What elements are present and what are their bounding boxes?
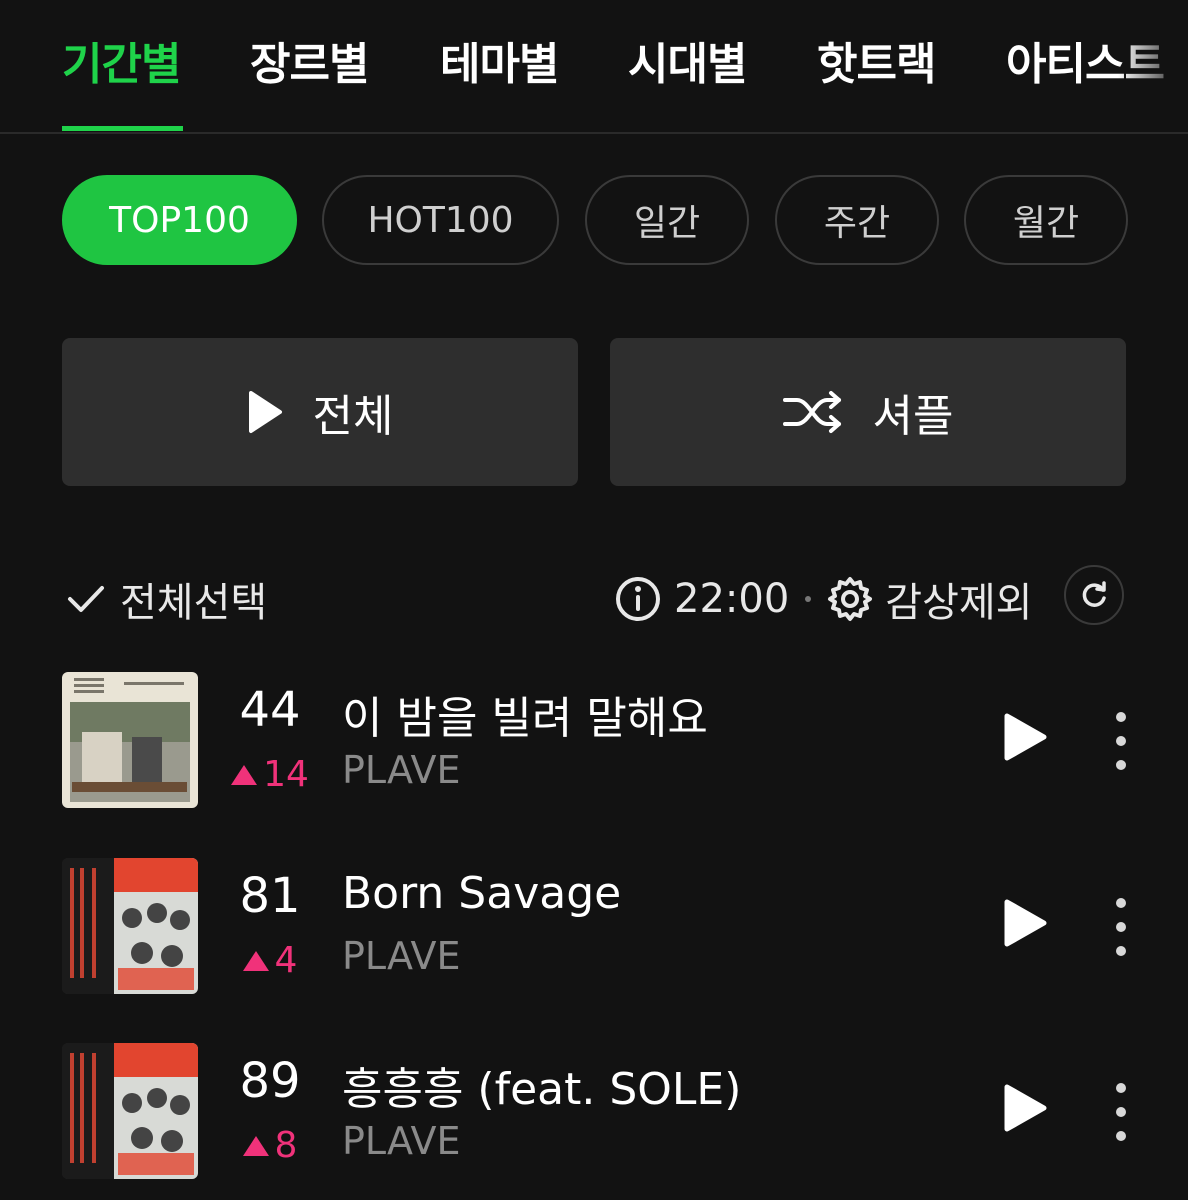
chip-daily[interactable]: 일간: [585, 175, 749, 265]
artist-name[interactable]: PLAVE: [342, 748, 461, 792]
rank-change-value: 4: [274, 940, 298, 981]
rank-up-icon: [231, 764, 258, 785]
song-title[interactable]: 이 밤을 빌려 말해요: [342, 682, 708, 746]
song-row[interactable]: 81 4 Born Savage PLAVE: [0, 858, 1188, 998]
tab-hottrack[interactable]: 핫트랙: [817, 28, 936, 92]
rank-change-value: 14: [263, 754, 309, 795]
shuffle-button[interactable]: 셔플: [610, 338, 1126, 486]
rank-number: 44: [239, 682, 301, 738]
info-icon[interactable]: [614, 575, 662, 623]
play-icon: [248, 391, 282, 433]
album-cover[interactable]: [62, 1043, 198, 1179]
chip-weekly[interactable]: 주간: [775, 175, 939, 265]
more-options-icon[interactable]: [1108, 712, 1134, 770]
exclude-listening-label[interactable]: 감상제외: [885, 570, 1032, 628]
artist-name[interactable]: PLAVE: [342, 934, 461, 978]
refresh-icon: [1082, 581, 1106, 607]
select-all-label: 전체선택: [120, 580, 268, 626]
active-tab-indicator: [62, 126, 183, 131]
song-title[interactable]: 흥흥흥 (feat. SOLE): [342, 1053, 741, 1117]
tab-period[interactable]: 기간별: [62, 28, 181, 92]
tab-era[interactable]: 시대별: [628, 28, 747, 92]
tabs-fade: [1118, 0, 1188, 130]
check-icon: [68, 586, 104, 612]
shuffle-label: 셔플: [872, 391, 954, 442]
song-row[interactable]: 89 8 흥흥흥 (feat. SOLE) PLAVE: [0, 1043, 1188, 1183]
album-cover[interactable]: [62, 858, 198, 994]
list-toolbar: 전체선택 22:00 감상제외: [0, 560, 1188, 632]
play-all-button[interactable]: 전체: [62, 338, 578, 486]
select-all-button[interactable]: 전체선택: [66, 570, 267, 628]
rank-number: 81: [239, 868, 301, 924]
rank-change: 4: [228, 940, 312, 981]
play-icon[interactable]: [1002, 1083, 1048, 1133]
rank-change-value: 8: [274, 1125, 298, 1166]
rank-up-icon: [242, 1135, 269, 1156]
category-tabs: 기간별 장르별 테마별 시대별 핫트랙 아티스트: [0, 0, 1188, 134]
separator-dot: [805, 596, 812, 602]
album-cover[interactable]: [62, 672, 198, 808]
song-row[interactable]: 44 14 이 밤을 빌려 말해요 PLAVE: [0, 672, 1188, 812]
shuffle-icon: [782, 391, 841, 433]
tab-theme[interactable]: 테마별: [440, 28, 559, 92]
more-options-icon[interactable]: [1108, 1083, 1134, 1141]
rank-number: 89: [239, 1053, 301, 1109]
more-options-icon[interactable]: [1108, 898, 1134, 956]
tab-genre[interactable]: 장르별: [250, 28, 369, 92]
artist-name[interactable]: PLAVE: [342, 1119, 461, 1163]
rank-change: 14: [228, 754, 312, 795]
rank-change: 8: [228, 1125, 312, 1166]
chip-monthly[interactable]: 월간: [964, 175, 1128, 265]
gear-icon[interactable]: [827, 576, 873, 622]
chip-hot100[interactable]: HOT100: [322, 175, 559, 265]
rank-up-icon: [242, 950, 269, 971]
song-title[interactable]: Born Savage: [342, 868, 621, 919]
refresh-button[interactable]: [1064, 565, 1124, 625]
chip-top100[interactable]: TOP100: [62, 175, 297, 265]
play-icon[interactable]: [1002, 712, 1048, 762]
play-all-label: 전체: [312, 391, 394, 442]
chart-meta: 22:00 감상제외: [614, 570, 1032, 628]
play-icon[interactable]: [1002, 898, 1048, 948]
update-time: 22:00: [674, 576, 790, 622]
